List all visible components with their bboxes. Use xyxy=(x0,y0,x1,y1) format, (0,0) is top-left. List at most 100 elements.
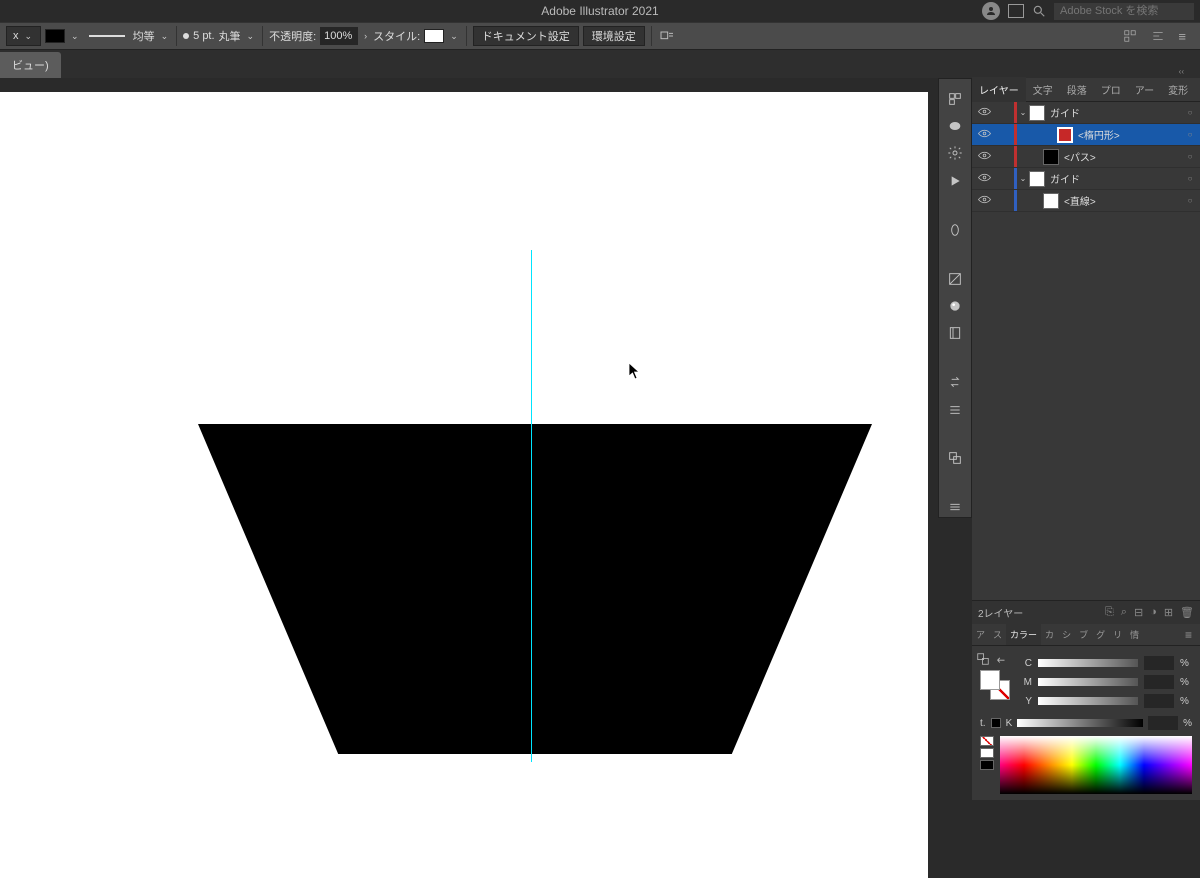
layer-thumbnail xyxy=(1057,127,1073,143)
new-layer-icon[interactable]: ⊞ xyxy=(1164,606,1173,619)
layer-row[interactable]: <楕円形>○ xyxy=(972,124,1200,146)
chevron-down-icon[interactable]: ⌄ xyxy=(23,31,35,42)
chevron-down-icon[interactable]: ⌄ xyxy=(448,31,460,42)
layers-tab-3[interactable]: プロ xyxy=(1094,77,1128,102)
y-slider[interactable] xyxy=(1038,697,1138,705)
layers-tab-4[interactable]: アー xyxy=(1128,77,1161,102)
fill-stroke-swap-icon[interactable] xyxy=(976,652,990,666)
canvas-area xyxy=(0,78,972,800)
preferences-button[interactable]: 環境設定 xyxy=(583,26,645,46)
style-swatch[interactable] xyxy=(424,29,444,43)
layer-color-bar xyxy=(1014,190,1017,211)
chevron-right-icon[interactable]: › xyxy=(362,31,369,41)
y-value-input[interactable] xyxy=(1144,694,1174,708)
percent-label: % xyxy=(1180,696,1192,707)
type-color-icon[interactable]: t. xyxy=(980,718,986,729)
panel-area: ‹‹ レイヤー文字段落プロアー変形≡ ⌄ガイド○<楕円形>○<パス>○⌄ガイド○… xyxy=(972,66,1200,800)
fill-swatch[interactable] xyxy=(45,29,65,43)
visibility-eye-icon[interactable] xyxy=(972,151,996,163)
delete-layer-icon[interactable]: 🗑 xyxy=(1180,606,1194,619)
account-avatar-icon[interactable] xyxy=(982,2,1000,20)
expand-toggle-icon[interactable]: ⌄ xyxy=(1017,174,1029,183)
document-tab[interactable]: ビュー) xyxy=(0,52,61,78)
target-ring-icon[interactable]: ○ xyxy=(1180,196,1200,205)
layers-tab-2[interactable]: 段落 xyxy=(1060,77,1094,102)
visibility-eye-icon[interactable] xyxy=(972,129,996,141)
chevron-down-icon[interactable]: ⌄ xyxy=(245,31,257,42)
white-swatch-icon[interactable] xyxy=(980,748,994,758)
arrange-windows-icon[interactable] xyxy=(1008,4,1024,18)
color-tab-3[interactable]: カ xyxy=(1041,624,1058,645)
color-tab-0[interactable]: ア xyxy=(972,624,989,645)
target-ring-icon[interactable]: ○ xyxy=(1180,130,1200,139)
sphere-icon[interactable] xyxy=(945,296,965,315)
color-tab-2[interactable]: カラー xyxy=(1006,624,1041,645)
m-value-input[interactable] xyxy=(1144,675,1174,689)
k-value-input[interactable] xyxy=(1148,716,1178,730)
m-slider[interactable] xyxy=(1038,678,1138,686)
visibility-eye-icon[interactable] xyxy=(972,107,996,119)
vertical-guide[interactable] xyxy=(531,250,532,762)
gradient-icon[interactable] xyxy=(945,269,965,288)
isolation-icon[interactable] xyxy=(658,28,676,44)
color-tab-8[interactable]: 情 xyxy=(1126,624,1143,645)
swap-arrow-icon[interactable] xyxy=(994,652,1008,666)
align-icon[interactable] xyxy=(1150,29,1166,43)
black-swatch-icon[interactable] xyxy=(991,718,1001,728)
color-spectrum[interactable] xyxy=(1000,736,1192,794)
k-slider[interactable] xyxy=(1017,719,1143,727)
oval-tool-icon[interactable] xyxy=(945,116,965,135)
ellipse-outline-icon[interactable] xyxy=(945,220,965,239)
target-ring-icon[interactable]: ○ xyxy=(1180,152,1200,161)
gear-icon[interactable] xyxy=(945,144,965,163)
layers-tab-1[interactable]: 文字 xyxy=(1026,77,1060,102)
c-value-input[interactable] xyxy=(1144,656,1174,670)
none-color-icon[interactable] xyxy=(980,736,994,746)
stock-search-input[interactable] xyxy=(1054,3,1194,20)
color-tab-4[interactable]: シ xyxy=(1058,624,1075,645)
layer-row[interactable]: <直線>○ xyxy=(972,190,1200,212)
layer-name-label: ガイド xyxy=(1050,105,1180,120)
properties-icon[interactable] xyxy=(945,89,965,108)
opacity-input[interactable] xyxy=(320,27,358,45)
layers-tab-5[interactable]: 変形 xyxy=(1161,77,1195,102)
menu-lines-icon[interactable] xyxy=(945,498,965,517)
document-setup-button[interactable]: ドキュメント設定 xyxy=(473,26,579,46)
layers-panel-menu-icon[interactable]: ≡ xyxy=(1195,83,1200,97)
layer-row[interactable]: ⌄ガイド○ xyxy=(972,168,1200,190)
swap-icon[interactable] xyxy=(945,373,965,392)
expand-toggle-icon[interactable]: ⌄ xyxy=(1017,108,1029,117)
search-layer-icon[interactable]: ⌕ xyxy=(1121,606,1127,619)
unit-field[interactable]: x⌄ xyxy=(6,26,41,46)
artboard[interactable] xyxy=(0,92,928,878)
color-tab-1[interactable]: ス xyxy=(989,624,1006,645)
chevron-down-icon[interactable]: ⌄ xyxy=(69,31,81,42)
make-mask-icon[interactable]: ◑ xyxy=(1150,606,1157,619)
play-icon[interactable] xyxy=(945,171,965,190)
trapezoid-shape[interactable] xyxy=(198,424,872,754)
black-swatch-icon[interactable] xyxy=(980,760,994,770)
layer-row[interactable]: <パス>○ xyxy=(972,146,1200,168)
locate-layer-icon[interactable]: ⎘ xyxy=(1105,606,1114,619)
layers-tab-0[interactable]: レイヤー xyxy=(972,77,1026,102)
target-ring-icon[interactable]: ○ xyxy=(1180,108,1200,117)
layer-row[interactable]: ⌄ ガイド○ xyxy=(972,102,1200,124)
target-ring-icon[interactable]: ○ xyxy=(1180,174,1200,183)
grid-snap-icon[interactable] xyxy=(1122,29,1138,43)
cursor-icon xyxy=(627,362,641,383)
color-tab-5[interactable]: ブ xyxy=(1075,624,1092,645)
layer-color-bar xyxy=(1014,124,1017,145)
color-panel-menu-icon[interactable]: ≡ xyxy=(1177,628,1200,642)
visibility-eye-icon[interactable] xyxy=(972,195,996,207)
pathfinder-icon[interactable] xyxy=(945,449,965,468)
new-sublayer-icon[interactable]: ⊟ xyxy=(1134,606,1143,619)
panel-menu-icon[interactable]: ≡ xyxy=(1178,29,1186,44)
layers-side-icon[interactable] xyxy=(945,400,965,419)
chevron-down-icon[interactable]: ⌄ xyxy=(159,31,171,42)
color-tab-6[interactable]: グ xyxy=(1092,624,1109,645)
color-tab-7[interactable]: リ xyxy=(1109,624,1126,645)
visibility-eye-icon[interactable] xyxy=(972,173,996,185)
c-slider[interactable] xyxy=(1038,659,1138,667)
fill-color-swatch[interactable] xyxy=(980,670,1000,690)
library-icon[interactable] xyxy=(945,324,965,343)
